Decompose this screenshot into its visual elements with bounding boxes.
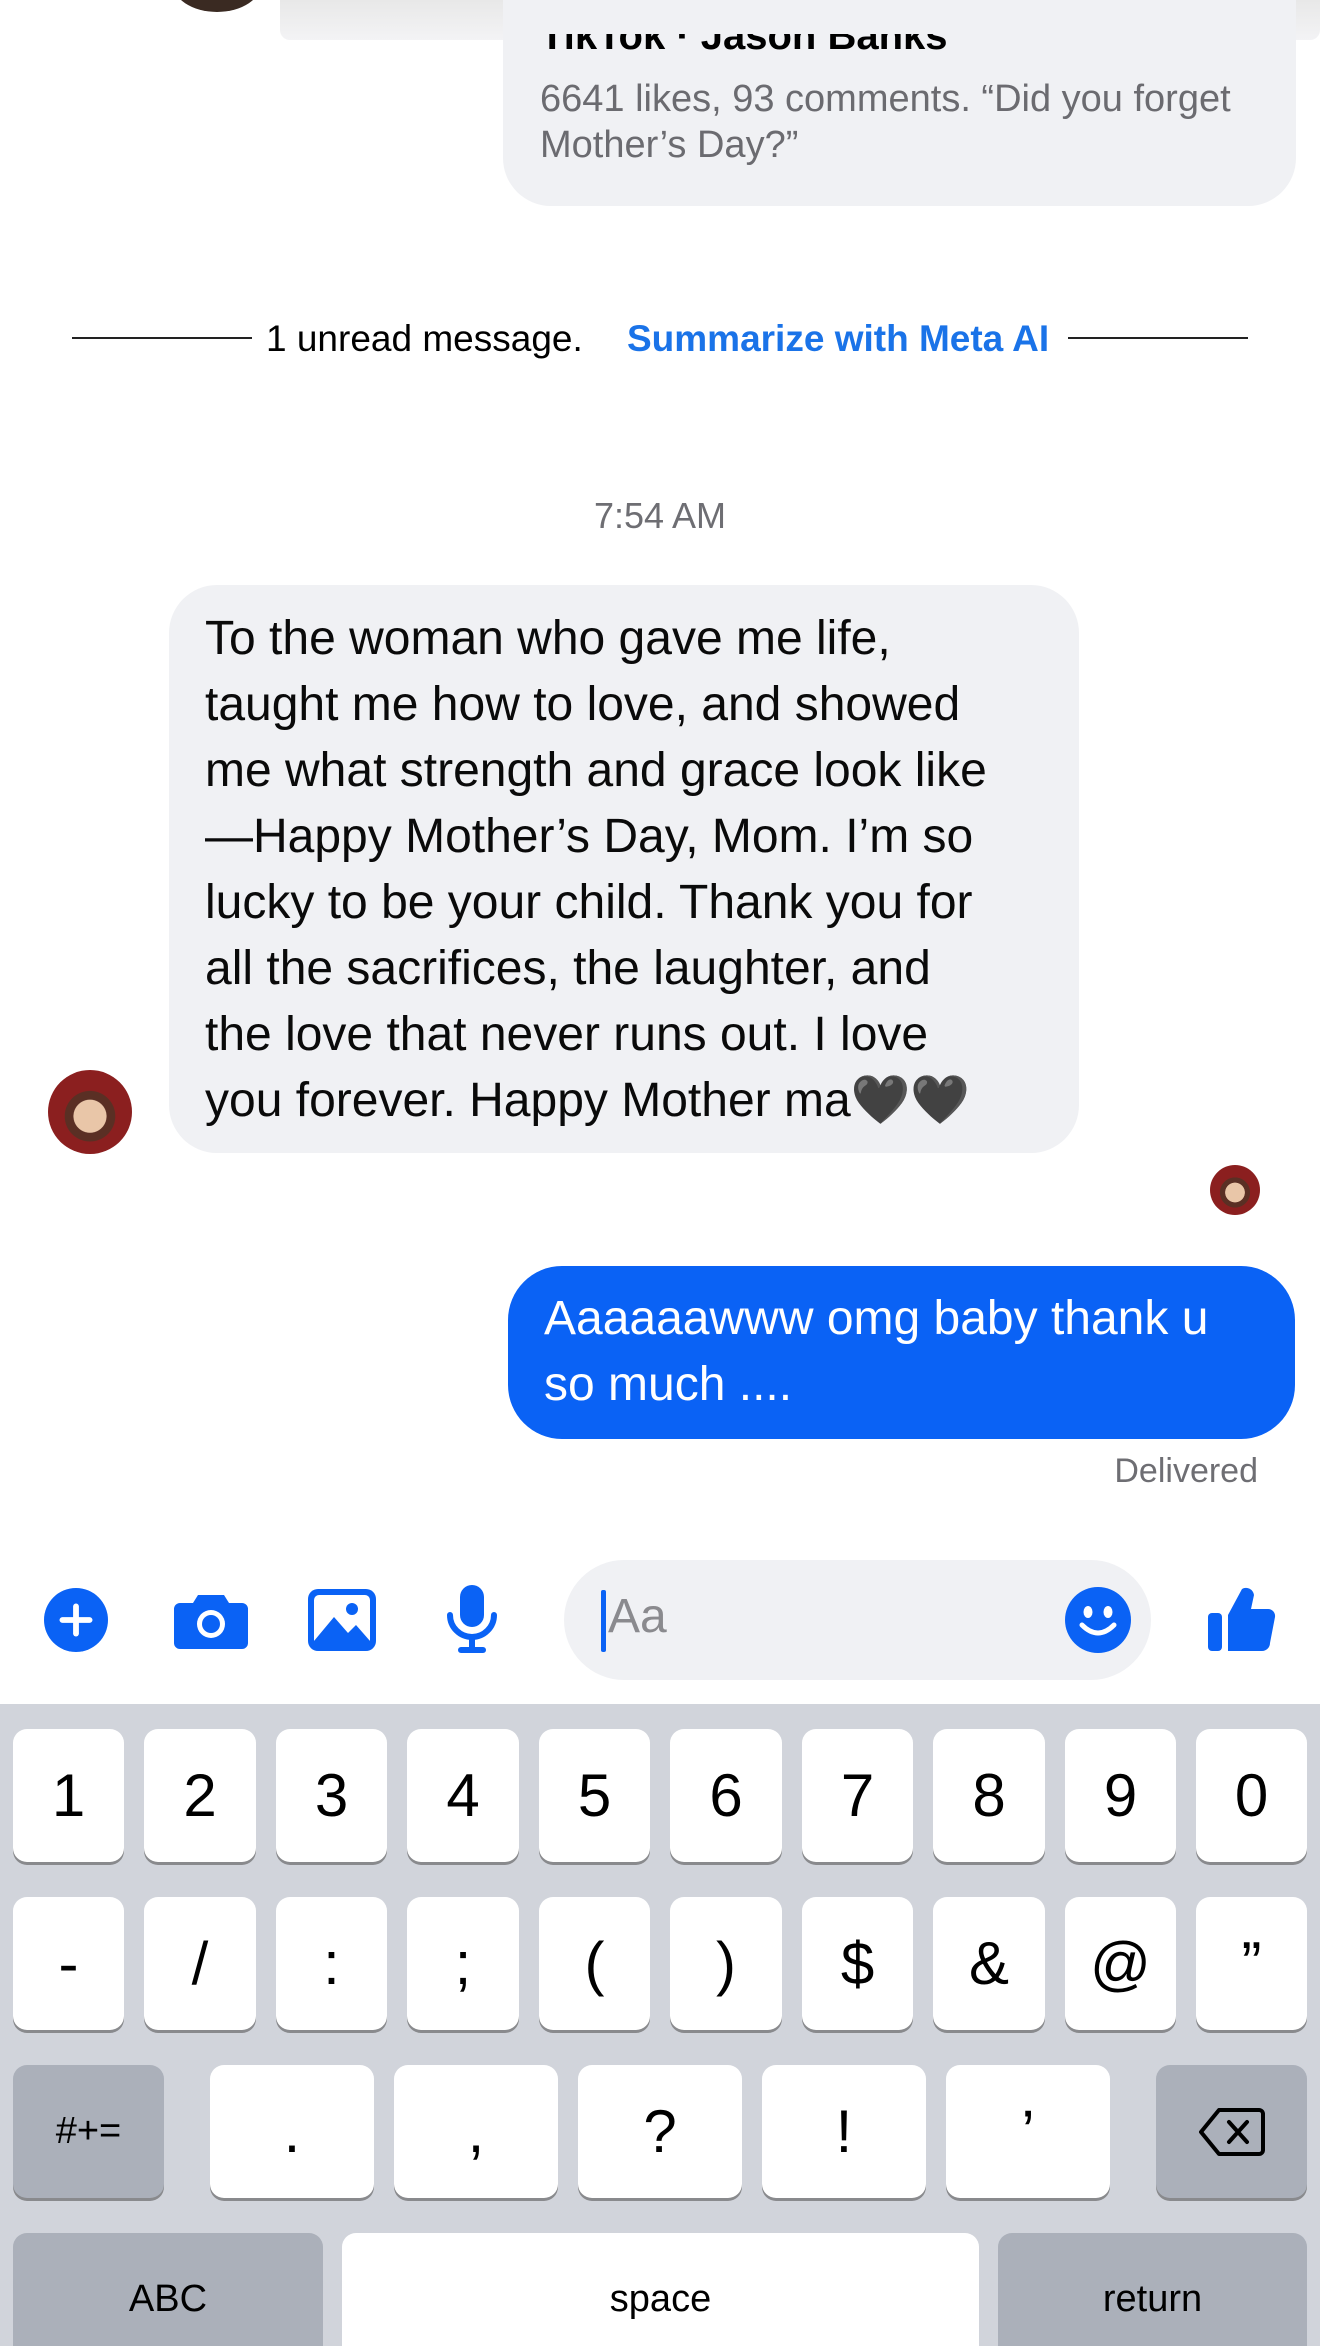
keyboard: 1 2 3 4 5 6 7 8 9 0 - / : ; ( ) $ & @ ” … [0, 1704, 1320, 2346]
key-apostrophe[interactable]: ’ [946, 2065, 1110, 2198]
key-dollar[interactable]: $ [802, 1897, 913, 2030]
message-line: you forever. Happy Mother ma🖤🖤 [205, 1074, 971, 1127]
message-timestamp: 7:54 AM [593, 495, 727, 536]
incoming-message-bubble[interactable]: To the woman who gave me life, taught me… [169, 585, 1079, 1153]
read-receipt-avatar [1210, 1165, 1260, 1215]
thumbs-up-icon[interactable] [1205, 1582, 1277, 1654]
message-line: the love that never runs out. I love [205, 1008, 929, 1061]
space-key[interactable]: space [342, 2233, 979, 2346]
key-hyphen[interactable]: - [13, 1897, 124, 2030]
message-line: me what strength and grace look like [205, 744, 987, 797]
key-abc[interactable]: ABC [13, 2233, 323, 2346]
key-slash[interactable]: / [144, 1897, 256, 2030]
shared-link-meta: 6641 likes, 93 comments. “Did you forget… [540, 78, 1231, 166]
key-close-paren[interactable]: ) [670, 1897, 782, 2030]
message-line: lucky to be your child. Thank you for [205, 876, 973, 929]
key-exclamation[interactable]: ! [762, 2065, 926, 2198]
plus-icon[interactable] [44, 1588, 108, 1652]
backspace-key[interactable] [1156, 2065, 1307, 2198]
sender-avatar[interactable] [48, 1070, 132, 1154]
divider-line-left [72, 337, 252, 339]
message-line: —Happy Mother’s Day, Mom. I’m so [205, 810, 974, 863]
return-key[interactable]: return [998, 2233, 1307, 2346]
message-input-placeholder: Aa [608, 1590, 667, 1643]
summarize-with-meta-ai-link[interactable]: Summarize with Meta AI [627, 318, 1049, 360]
key-9[interactable]: 9 [1065, 1729, 1176, 1862]
key-2[interactable]: 2 [144, 1729, 256, 1862]
backspace-icon [1198, 2107, 1265, 2156]
photo-icon[interactable] [308, 1588, 376, 1652]
message-line: To the woman who gave me life, [205, 612, 891, 665]
key-open-paren[interactable]: ( [539, 1897, 650, 2030]
key-colon[interactable]: : [276, 1897, 387, 2030]
key-semicolon[interactable]: ; [407, 1897, 519, 2030]
key-more-symbols[interactable]: #+= [13, 2065, 164, 2198]
top-avatar [172, 0, 262, 12]
outgoing-message-bubble[interactable]: Aaaaaawww omg baby thank u so much .... [508, 1266, 1295, 1439]
message-line: so much .... [544, 1358, 793, 1411]
key-1[interactable]: 1 [13, 1729, 124, 1862]
key-at[interactable]: @ [1065, 1897, 1176, 2030]
key-3[interactable]: 3 [276, 1729, 387, 1862]
unread-count-text: 1 unread message. [266, 318, 583, 359]
key-7[interactable]: 7 [802, 1729, 913, 1862]
key-ampersand[interactable]: & [933, 1897, 1045, 2030]
emoji-icon[interactable] [1064, 1586, 1132, 1654]
key-quote[interactable]: ” [1196, 1897, 1307, 2030]
message-line: all the sacrifices, the laughter, and [205, 942, 931, 995]
divider-line-right [1068, 337, 1248, 339]
key-4[interactable]: 4 [407, 1729, 519, 1862]
microphone-icon[interactable] [442, 1585, 502, 1653]
key-period[interactable]: . [210, 2065, 374, 2198]
key-0[interactable]: 0 [1196, 1729, 1307, 1862]
key-8[interactable]: 8 [933, 1729, 1045, 1862]
key-6[interactable]: 6 [670, 1729, 782, 1862]
key-comma[interactable]: , [394, 2065, 558, 2198]
key-question[interactable]: ? [578, 2065, 742, 2198]
camera-icon[interactable] [174, 1588, 248, 1652]
message-line: Aaaaaawww omg baby thank u [544, 1292, 1209, 1345]
text-caret [601, 1590, 606, 1652]
message-line: taught me how to love, and showed [205, 678, 961, 731]
delivery-status: Delivered [1114, 1452, 1258, 1490]
key-5[interactable]: 5 [539, 1729, 650, 1862]
